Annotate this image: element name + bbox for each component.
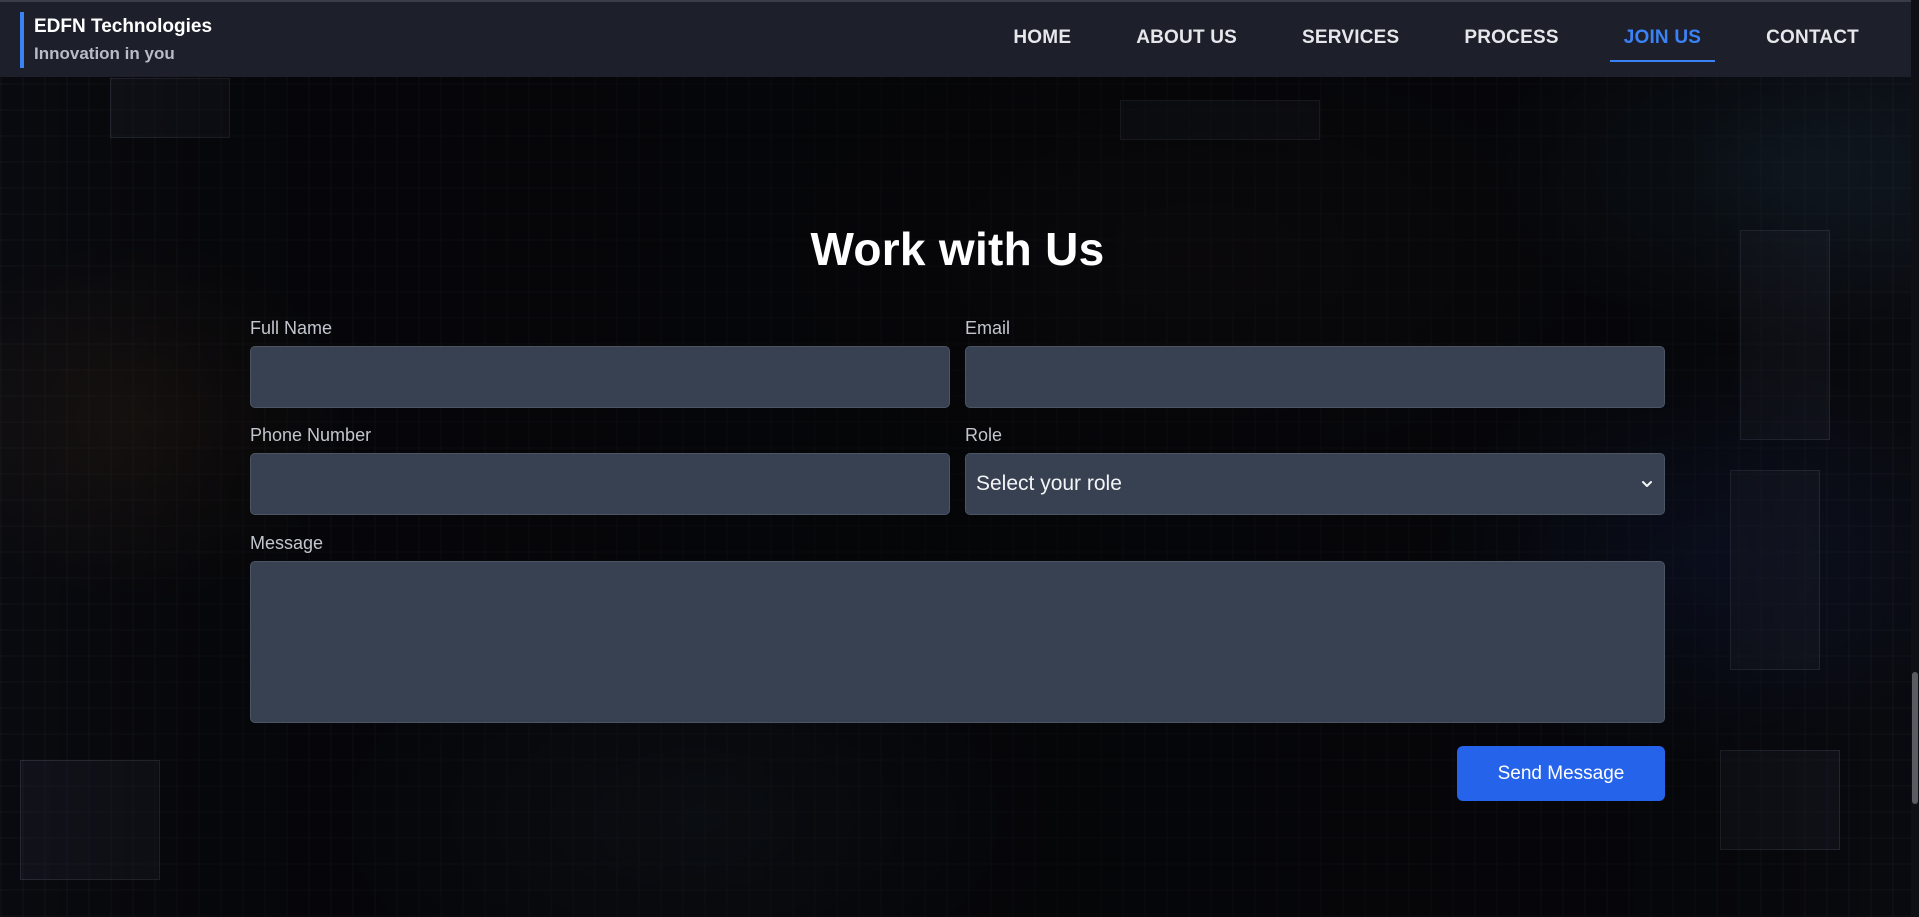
- role-select[interactable]: Select your role: [965, 453, 1665, 515]
- full-name-input[interactable]: [250, 346, 950, 408]
- chevron-down-icon: [1642, 481, 1652, 487]
- brand[interactable]: EDFN Technologies Innovation in you: [20, 11, 213, 68]
- brand-name: EDFN Technologies: [34, 15, 213, 37]
- message-group: Message: [250, 533, 1665, 723]
- nav-item-services[interactable]: SERVICES: [1288, 17, 1413, 62]
- full-name-group: Full Name: [250, 318, 950, 408]
- message-label: Message: [250, 533, 324, 553]
- page-scrollbar[interactable]: [1911, 0, 1919, 917]
- phone-label: Phone Number: [250, 425, 372, 445]
- brand-tagline: Innovation in you: [34, 43, 175, 63]
- nav-item-about-us[interactable]: ABOUT US: [1122, 17, 1251, 62]
- send-message-button[interactable]: Send Message: [1457, 746, 1665, 801]
- scrollbar-thumb[interactable]: [1912, 672, 1918, 804]
- phone-group: Phone Number: [250, 425, 950, 515]
- nav-item-process[interactable]: PROCESS: [1450, 17, 1572, 62]
- top-navbar: EDFN Technologies Innovation in you HOME…: [0, 0, 1911, 77]
- nav-item-home[interactable]: HOME: [999, 17, 1085, 62]
- message-textarea[interactable]: [250, 561, 1665, 723]
- join-us-section: Work with Us Full Name Email Phone Numbe…: [250, 222, 1665, 801]
- nav-item-join-us[interactable]: JOIN US: [1609, 17, 1716, 62]
- page-title: Work with Us: [810, 223, 1105, 275]
- full-name-label: Full Name: [250, 318, 333, 338]
- role-selected-value: Select your role: [976, 472, 1122, 495]
- main-nav: HOME ABOUT US SERVICES PROCESS JOIN US C…: [962, 17, 1873, 62]
- role-group: Role Select your role: [965, 425, 1665, 515]
- email-input[interactable]: [965, 346, 1665, 408]
- phone-input[interactable]: [250, 453, 950, 515]
- role-label: Role: [965, 425, 1003, 445]
- email-group: Email: [965, 318, 1665, 408]
- nav-item-contact[interactable]: CONTACT: [1752, 17, 1873, 62]
- email-label: Email: [965, 318, 1011, 338]
